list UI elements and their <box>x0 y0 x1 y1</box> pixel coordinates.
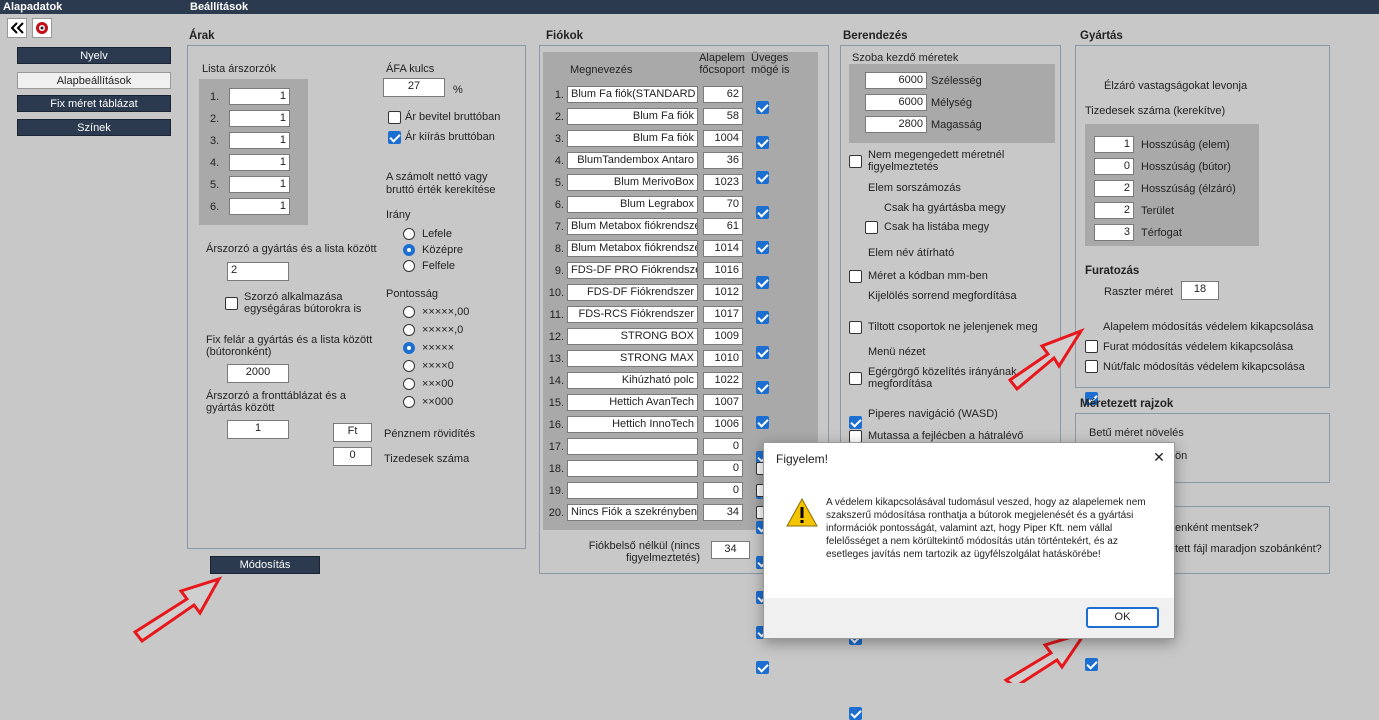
ok-button[interactable]: OK <box>1086 607 1159 628</box>
arrow-icon <box>132 576 223 644</box>
dialog-title: Figyelem! <box>776 452 829 466</box>
warning-dialog: Figyelem! ✕ A védelem kikapcsolásával tu… <box>763 442 1175 639</box>
dialog-close-button[interactable]: ✕ <box>1149 447 1169 467</box>
dialog-message: A védelem kikapcsolásával tudomásul vesz… <box>826 497 1146 560</box>
warning-icon <box>786 498 818 527</box>
arrow-icon <box>1003 630 1089 683</box>
arrow-icon <box>1007 327 1085 392</box>
berendezes-option-checkbox[interactable] <box>849 707 862 720</box>
